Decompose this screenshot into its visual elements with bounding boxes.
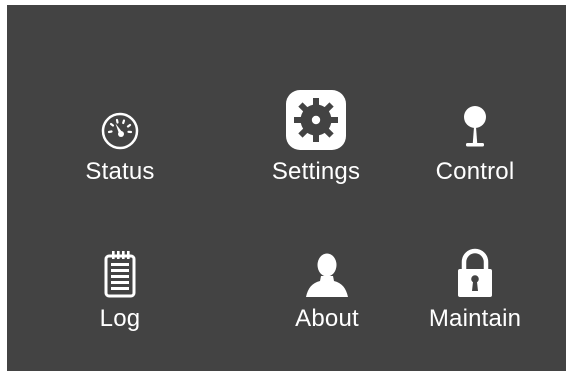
menu-item-label: Maintain bbox=[428, 305, 522, 332]
speedometer-icon bbox=[100, 93, 140, 151]
menu-item-label: Control bbox=[435, 158, 515, 185]
menu-item-label: Log bbox=[99, 305, 141, 332]
notepad-icon bbox=[104, 240, 136, 298]
menu-item-about[interactable]: About bbox=[257, 240, 397, 350]
person-icon bbox=[304, 240, 350, 298]
menu-item-maintain[interactable]: Maintain bbox=[405, 240, 545, 350]
main-menu-panel: Status Settings Control Log About Mainta… bbox=[7, 5, 566, 371]
menu-item-log[interactable]: Log bbox=[50, 240, 190, 350]
menu-item-control[interactable]: Control bbox=[405, 93, 545, 203]
gear-icon bbox=[285, 78, 347, 151]
menu-item-label: About bbox=[295, 305, 359, 332]
joystick-icon bbox=[460, 93, 490, 151]
padlock-icon bbox=[455, 240, 495, 298]
menu-item-label: Settings bbox=[271, 158, 361, 185]
menu-item-status[interactable]: Status bbox=[50, 93, 190, 203]
menu-item-label: Status bbox=[85, 158, 155, 185]
menu-item-settings[interactable]: Settings bbox=[246, 78, 386, 188]
